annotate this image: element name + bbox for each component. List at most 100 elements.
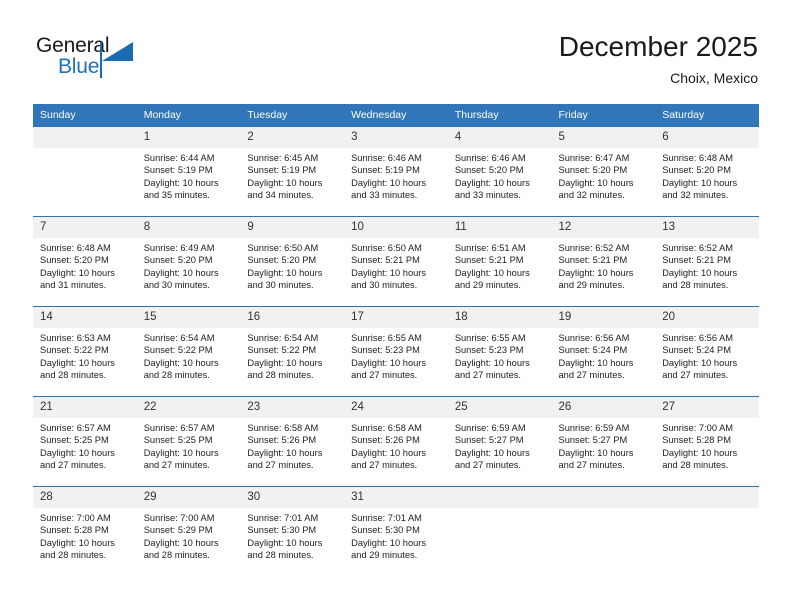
day-cell[interactable]: 12 Sunrise: 6:52 AM Sunset: 5:21 PM Dayl… (551, 216, 656, 307)
calendar-grid: Sunday Monday Tuesday Wednesday Thursday… (33, 104, 759, 576)
day-number: 13 (655, 217, 759, 238)
day-details: Sunrise: 7:00 AM Sunset: 5:29 PM Dayligh… (137, 508, 241, 562)
day-details: Sunrise: 6:48 AM Sunset: 5:20 PM Dayligh… (655, 148, 759, 202)
sunrise-text: Sunrise: 6:59 AM (454, 423, 526, 433)
day-cell[interactable]: 26 Sunrise: 6:59 AM Sunset: 5:27 PM Dayl… (551, 396, 656, 487)
sunset-text: Sunset: 5:27 PM (454, 435, 524, 446)
weekday-header-row: Sunday Monday Tuesday Wednesday Thursday… (33, 104, 759, 127)
day-number: 15 (136, 307, 241, 328)
day-cell[interactable]: 28 Sunrise: 7:00 AM Sunset: 5:28 PM Dayl… (33, 486, 137, 576)
sunrise-text: Sunrise: 6:57 AM (143, 423, 215, 433)
day-number: 9 (240, 217, 345, 238)
day-details: Sunrise: 6:53 AM Sunset: 5:22 PM Dayligh… (33, 328, 137, 382)
day-cell[interactable]: 15 Sunrise: 6:54 AM Sunset: 5:22 PM Dayl… (136, 306, 241, 397)
sunset-text: Sunset: 5:28 PM (662, 435, 731, 446)
day-details: Sunrise: 6:57 AM Sunset: 5:25 PM Dayligh… (33, 418, 137, 472)
day-cell[interactable] (447, 486, 552, 576)
day-details: Sunrise: 6:49 AM Sunset: 5:20 PM Dayligh… (137, 238, 241, 292)
day-cell[interactable]: 16 Sunrise: 6:54 AM Sunset: 5:22 PM Dayl… (240, 306, 345, 397)
day-cell[interactable]: 7 Sunrise: 6:48 AM Sunset: 5:20 PM Dayli… (33, 216, 137, 307)
page-title: December 2025 (558, 31, 758, 62)
day-cell[interactable] (33, 126, 137, 217)
daylight-text-line1: Daylight: 10 hours (247, 267, 323, 278)
day-number: 3 (344, 127, 448, 148)
day-details: Sunrise: 6:54 AM Sunset: 5:22 PM Dayligh… (137, 328, 241, 382)
day-details: Sunrise: 6:46 AM Sunset: 5:19 PM Dayligh… (344, 148, 448, 202)
day-number: 5 (551, 127, 656, 148)
day-cell[interactable]: 3 Sunrise: 6:46 AM Sunset: 5:19 PM Dayli… (344, 126, 448, 217)
daylight-text-line1: Daylight: 10 hours (454, 447, 530, 458)
day-cell[interactable]: 20 Sunrise: 6:56 AM Sunset: 5:24 PM Dayl… (655, 306, 759, 397)
daylight-text-line2: and 28 minutes. (247, 370, 314, 381)
sunset-text: Sunset: 5:27 PM (558, 435, 628, 446)
sunrise-text: Sunrise: 6:48 AM (40, 243, 111, 253)
day-cell[interactable]: 29 Sunrise: 7:00 AM Sunset: 5:29 PM Dayl… (136, 486, 241, 576)
day-cell[interactable]: 27 Sunrise: 7:00 AM Sunset: 5:28 PM Dayl… (655, 396, 759, 487)
day-cell[interactable]: 23 Sunrise: 6:58 AM Sunset: 5:26 PM Dayl… (240, 396, 345, 487)
day-cell[interactable]: 31 Sunrise: 7:01 AM Sunset: 5:30 PM Dayl… (344, 486, 448, 576)
sunrise-text: Sunrise: 6:48 AM (662, 153, 734, 163)
day-cell[interactable]: 5 Sunrise: 6:47 AM Sunset: 5:20 PM Dayli… (551, 126, 656, 217)
logo-text-blue: Blue (58, 55, 100, 78)
calendar-page: General Blue December 2025 Choix, Mexico… (0, 0, 792, 612)
week-row: 28 Sunrise: 7:00 AM Sunset: 5:28 PM Dayl… (33, 486, 759, 576)
daylight-text-line1: Daylight: 10 hours (143, 267, 219, 278)
day-cell[interactable]: 14 Sunrise: 6:53 AM Sunset: 5:22 PM Dayl… (33, 306, 137, 397)
day-number: 2 (240, 127, 345, 148)
day-number: 16 (240, 307, 345, 328)
day-details: Sunrise: 6:44 AM Sunset: 5:19 PM Dayligh… (137, 148, 241, 202)
day-number: 10 (344, 217, 448, 238)
day-cell[interactable]: 18 Sunrise: 6:55 AM Sunset: 5:23 PM Dayl… (447, 306, 552, 397)
day-details (552, 508, 656, 512)
day-cell[interactable] (655, 486, 759, 576)
day-number: 19 (551, 307, 656, 328)
sunrise-text: Sunrise: 6:54 AM (143, 333, 215, 343)
sunrise-text: Sunrise: 6:51 AM (454, 243, 526, 253)
day-cell[interactable]: 11 Sunrise: 6:51 AM Sunset: 5:21 PM Dayl… (447, 216, 552, 307)
daylight-text-line2: and 28 minutes. (40, 370, 107, 381)
sunset-text: Sunset: 5:29 PM (143, 525, 213, 536)
daylight-text-line1: Daylight: 10 hours (247, 447, 323, 458)
sunrise-text: Sunrise: 7:01 AM (351, 513, 422, 523)
sunrise-text: Sunrise: 7:00 AM (143, 513, 215, 523)
daylight-text-line1: Daylight: 10 hours (662, 177, 738, 188)
daylight-text-line1: Daylight: 10 hours (143, 357, 219, 368)
daylight-text-line2: and 27 minutes. (558, 370, 625, 381)
day-cell[interactable]: 24 Sunrise: 6:58 AM Sunset: 5:26 PM Dayl… (344, 396, 448, 487)
weekday-header-thursday: Thursday (447, 104, 552, 127)
day-details: Sunrise: 6:52 AM Sunset: 5:21 PM Dayligh… (552, 238, 656, 292)
sunrise-text: Sunrise: 6:45 AM (247, 153, 319, 163)
day-details: Sunrise: 6:47 AM Sunset: 5:20 PM Dayligh… (552, 148, 656, 202)
day-cell[interactable]: 17 Sunrise: 6:55 AM Sunset: 5:23 PM Dayl… (344, 306, 448, 397)
general-blue-logo[interactable]: General Blue (36, 34, 176, 86)
day-cell[interactable] (551, 486, 656, 576)
sunrise-text: Sunrise: 6:57 AM (40, 423, 111, 433)
day-details: Sunrise: 6:50 AM Sunset: 5:21 PM Dayligh… (344, 238, 448, 292)
day-cell[interactable]: 2 Sunrise: 6:45 AM Sunset: 5:19 PM Dayli… (240, 126, 345, 217)
daylight-text-line2: and 32 minutes. (558, 190, 625, 201)
day-number: 12 (551, 217, 656, 238)
sunset-text: Sunset: 5:20 PM (558, 165, 628, 176)
day-number: 7 (33, 217, 137, 238)
day-cell[interactable]: 8 Sunrise: 6:49 AM Sunset: 5:20 PM Dayli… (136, 216, 241, 307)
day-cell[interactable]: 10 Sunrise: 6:50 AM Sunset: 5:21 PM Dayl… (344, 216, 448, 307)
sunset-text: Sunset: 5:25 PM (40, 435, 109, 446)
sunrise-text: Sunrise: 6:50 AM (351, 243, 422, 253)
day-cell[interactable]: 21 Sunrise: 6:57 AM Sunset: 5:25 PM Dayl… (33, 396, 137, 487)
day-number: 29 (136, 487, 241, 508)
day-details: Sunrise: 6:50 AM Sunset: 5:20 PM Dayligh… (240, 238, 344, 292)
sunrise-text: Sunrise: 6:53 AM (40, 333, 111, 343)
day-cell[interactable]: 6 Sunrise: 6:48 AM Sunset: 5:20 PM Dayli… (655, 126, 759, 217)
day-cell[interactable]: 30 Sunrise: 7:01 AM Sunset: 5:30 PM Dayl… (240, 486, 345, 576)
day-cell[interactable]: 19 Sunrise: 6:56 AM Sunset: 5:24 PM Dayl… (551, 306, 656, 397)
daylight-text-line2: and 27 minutes. (662, 370, 729, 381)
day-cell[interactable]: 25 Sunrise: 6:59 AM Sunset: 5:27 PM Dayl… (447, 396, 552, 487)
week-row: 14 Sunrise: 6:53 AM Sunset: 5:22 PM Dayl… (33, 306, 759, 397)
day-cell[interactable]: 1 Sunrise: 6:44 AM Sunset: 5:19 PM Dayli… (136, 126, 241, 217)
day-cell[interactable]: 22 Sunrise: 6:57 AM Sunset: 5:25 PM Dayl… (136, 396, 241, 487)
logo-triangle-icon (102, 42, 133, 61)
day-cell[interactable]: 4 Sunrise: 6:46 AM Sunset: 5:20 PM Dayli… (447, 126, 552, 217)
day-details: Sunrise: 6:59 AM Sunset: 5:27 PM Dayligh… (448, 418, 552, 472)
day-cell[interactable]: 9 Sunrise: 6:50 AM Sunset: 5:20 PM Dayli… (240, 216, 345, 307)
day-cell[interactable]: 13 Sunrise: 6:52 AM Sunset: 5:21 PM Dayl… (655, 216, 759, 307)
